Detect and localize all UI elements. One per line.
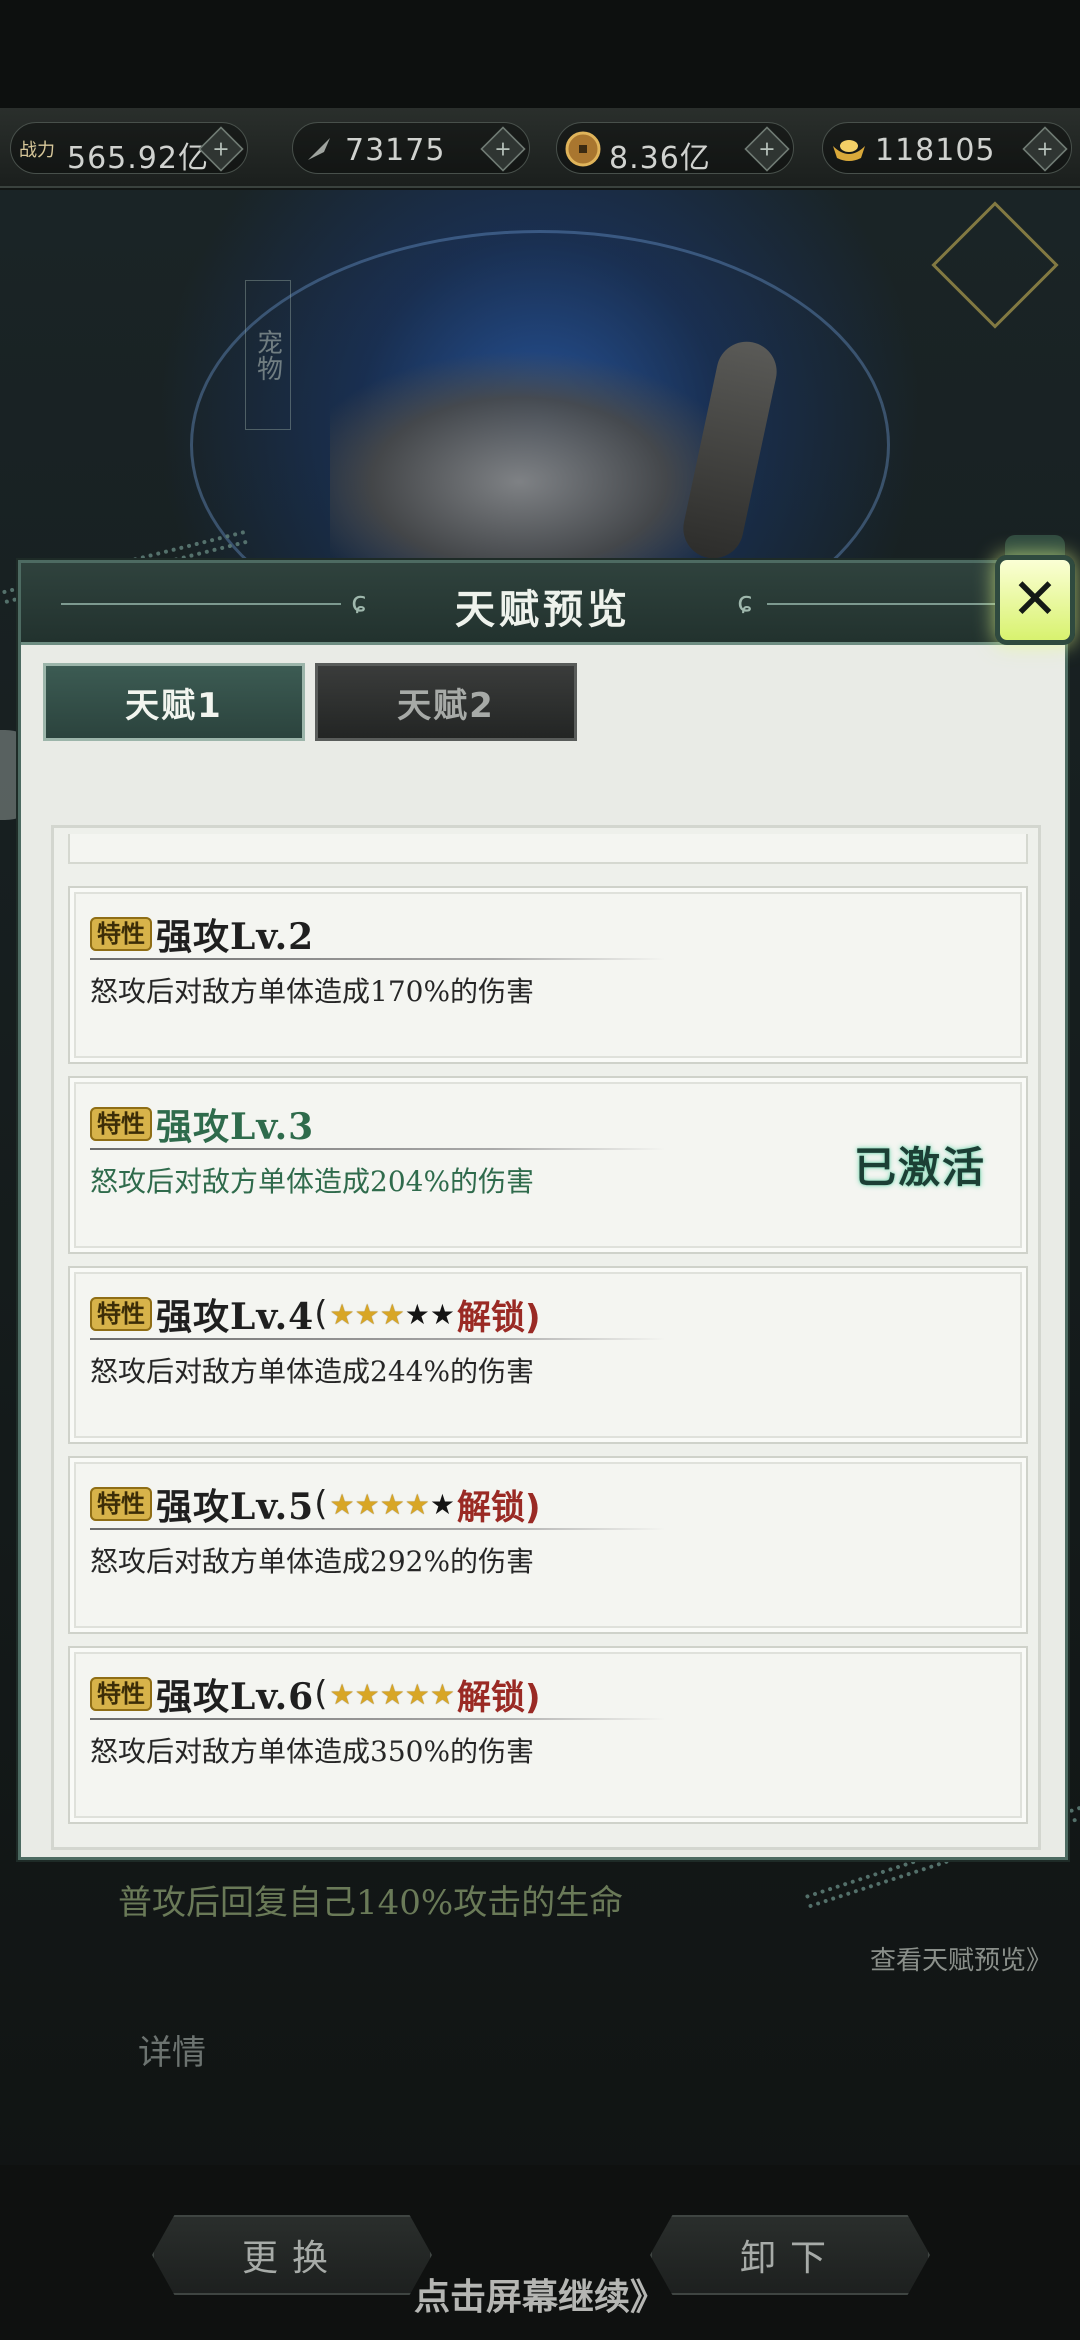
modal-title: 天赋预览 [455,587,631,633]
talent-heading: 特性 强攻Lv.2 [90,908,314,960]
battle-power-icon: 战力 [19,140,55,161]
trait-badge: 特性 [90,1487,152,1521]
trait-badge: 特性 [90,1297,152,1331]
feather-icon [299,129,339,169]
talent-heading: 特性 强攻Lv.4 ( ★★★★★ 解锁) [90,1288,541,1340]
add-coin-button[interactable]: + [744,126,790,172]
heading-underline [90,1718,665,1720]
close-icon: ✕ [1011,567,1059,632]
list-item-partial [68,834,1028,864]
black-star-icon: ★ [429,1487,456,1521]
star-rating: ★★★★★ [329,1678,455,1711]
trait-badge: 特性 [90,917,152,951]
talent-name: 强攻Lv.5 [156,1486,315,1528]
talent-item: 特性 强攻Lv.5 ( ★★★★★ 解锁) 怒攻后对敌方单体造成292%的伤害 [68,1456,1028,1634]
star-rating: ★★★★★ [329,1488,455,1521]
pet-tag: 宠物 [245,280,291,430]
black-star-icon: ★ [429,1297,456,1331]
activated-status: 已激活 [853,1143,986,1192]
gold-star-icon: ★ [379,1677,405,1711]
resource-battle-power: 战力 565.92亿 + [10,122,248,176]
black-star-icon: ★ [404,1297,430,1331]
talent-item: 特性 强攻Lv.6 ( ★★★★★ 解锁) 怒攻后对敌方单体造成350%的伤害 [68,1646,1028,1824]
coin-icon [563,129,603,169]
unlock-label: 解锁) [457,1677,541,1718]
talent-item: 特性 强攻Lv.2 怒攻后对敌方单体造成170%的伤害 [68,886,1028,1064]
plus-icon: + [494,137,512,161]
heading-underline [90,958,665,960]
unlock-label: 解锁) [457,1487,541,1528]
gold-star-icon: ★ [379,1297,405,1331]
resource-bar: 战力 565.92亿 + 73175 + 8.36亿 + 118105 + [0,108,1080,188]
tab-talent-2[interactable]: 天赋2 [315,663,577,741]
talent-name: 强攻Lv.6 [156,1676,315,1718]
close-button[interactable]: ✕ [985,535,1080,655]
talent-description: 怒攻后对敌方单体造成204%的伤害 [90,1165,535,1198]
trait-badge: 特性 [90,1107,152,1141]
heading-underline [90,1528,665,1530]
detail-label: 详情 [138,2033,206,2073]
talent-name: 强攻Lv.4 [156,1296,315,1338]
talent-item: 特性 强攻Lv.4 ( ★★★★★ 解锁) 怒攻后对敌方单体造成244%的伤害 [68,1266,1028,1444]
gold-star-icon: ★ [354,1297,380,1331]
talent-description: 怒攻后对敌方单体造成350%的伤害 [90,1735,535,1768]
talent-heading: 特性 强攻Lv.6 ( ★★★★★ 解锁) [90,1668,541,1720]
status-band [0,0,1080,108]
gold-star-icon: ★ [329,1677,355,1711]
ingot-icon [829,129,869,169]
unlock-open-paren: ( [314,1484,328,1524]
resource-ingot: 118105 + [822,122,1072,174]
resource-coin: 8.36亿 + [556,122,794,176]
talent-name: 强攻Lv.3 [156,1106,315,1148]
talent-heading: 特性 强攻Lv.3 [90,1098,314,1150]
unlock-open-paren: ( [314,1674,328,1714]
coin-value: 8.36亿 [609,141,711,176]
feather-value: 73175 [345,133,446,168]
unlock-open-paren: ( [314,1294,328,1334]
modal-header: ɕ 天赋预览 ɕ [21,563,1065,645]
plus-icon: + [758,137,776,161]
gold-star-icon: ★ [404,1677,430,1711]
heading-underline [90,1338,665,1340]
heading-underline [90,1148,665,1150]
talent-heading: 特性 强攻Lv.5 ( ★★★★★ 解锁) [90,1478,541,1530]
unlock-label: 解锁) [457,1297,541,1338]
gold-star-icon: ★ [429,1677,456,1711]
trait-badge: 特性 [90,1677,152,1711]
gold-star-icon: ★ [379,1487,405,1521]
view-talent-preview-link[interactable]: 查看天赋预览》 [870,1940,1052,1977]
gold-star-icon: ★ [329,1297,355,1331]
talent-description: 怒攻后对敌方单体造成292%的伤害 [90,1545,535,1578]
emblem-icon[interactable] [931,201,1059,329]
star-rating: ★★★★★ [329,1298,455,1331]
talent-description: 怒攻后对敌方单体造成244%的伤害 [90,1355,535,1388]
header-divider-right [767,603,997,605]
battle-power-value: 565.92亿 [67,141,209,176]
ingot-value: 118105 [875,133,996,168]
swirl-ornament-icon: ɕ [737,585,753,618]
talent-description: 怒攻后对敌方单体造成170%的伤害 [90,975,535,1008]
talent-item-active: 特性 强攻Lv.3 怒攻后对敌方单体造成204%的伤害 已激活 [68,1076,1028,1254]
gold-star-icon: ★ [404,1487,430,1521]
plus-icon: + [212,137,230,161]
plus-icon: + [1036,137,1054,161]
add-ingot-button[interactable]: + [1022,126,1068,172]
lantern-icon: ✕ [995,555,1075,645]
talent-name: 强攻Lv.2 [156,916,315,958]
add-feather-button[interactable]: + [480,126,526,172]
talent-preview-modal: ɕ 天赋预览 ɕ ✕ 天赋1 天赋2 特性 强攻Lv.2 怒攻后对敌方单体造成1… [18,535,1075,1860]
gold-star-icon: ★ [354,1487,380,1521]
gold-star-icon: ★ [354,1677,380,1711]
talent-list[interactable]: 特性 强攻Lv.2 怒攻后对敌方单体造成170%的伤害 特性 强攻Lv.3 怒攻… [51,825,1041,1850]
tab-talent-1[interactable]: 天赋1 [43,663,305,741]
tap-to-continue-hint[interactable]: 点击屏幕继续》 [0,2268,1080,2320]
resource-feather: 73175 + [292,122,530,174]
gold-star-icon: ★ [329,1487,355,1521]
passive-skill-text: 普攻后回复自己140%攻击的生命 [118,1883,624,1923]
